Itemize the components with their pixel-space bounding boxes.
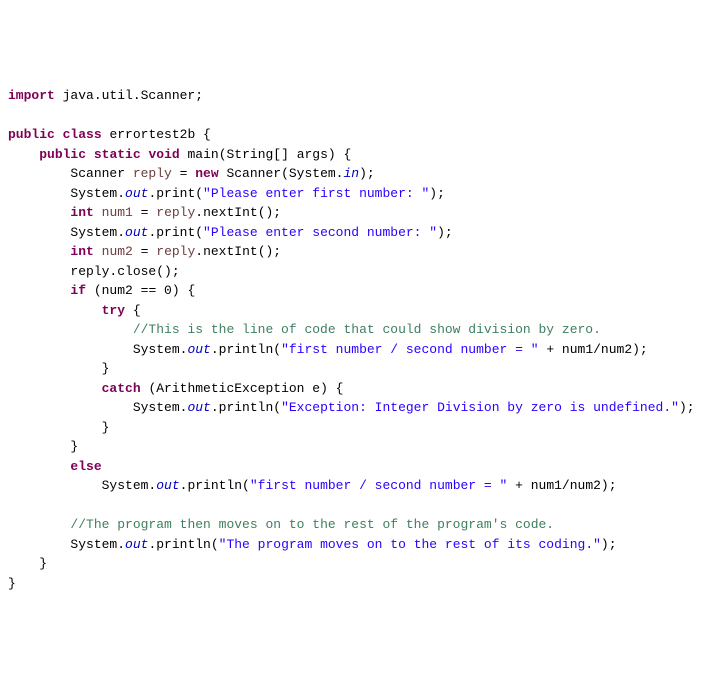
keyword-public: public [39, 147, 86, 162]
reply-close: reply.close(); [8, 264, 180, 279]
keyword-void: void [148, 147, 179, 162]
var-num1: num1 [102, 205, 133, 220]
var-reply: reply [133, 166, 172, 181]
class-declaration: errortest2b { [102, 127, 211, 142]
keyword-try: try [102, 303, 125, 318]
keyword-new: new [195, 166, 218, 181]
var-num2: num2 [102, 244, 133, 259]
string-exception: "Exception: Integer Division by zero is … [281, 400, 679, 415]
catch-signature: (ArithmeticException e) { [141, 381, 344, 396]
main-method: main(String[] args) { [180, 147, 352, 162]
keyword-import: import [8, 88, 55, 103]
import-statement: java.util.Scanner; [55, 88, 203, 103]
string-division: "first number / second number = " [281, 342, 538, 357]
field-out: out [125, 186, 148, 201]
string-rest: "The program moves on to the rest of its… [219, 537, 601, 552]
comment-rest: //The program then moves on to the rest … [70, 517, 554, 532]
string-second-prompt: "Please enter second number: " [203, 225, 437, 240]
close-brace: } [8, 361, 109, 376]
code-editor: import java.util.Scanner; public class e… [8, 86, 699, 593]
string-first-prompt: "Please enter first number: " [203, 186, 429, 201]
field-in: in [343, 166, 359, 181]
keyword-else: else [70, 459, 101, 474]
keyword-static: static [94, 147, 141, 162]
keyword-catch: catch [102, 381, 141, 396]
scanner-decl: Scanner [8, 166, 133, 181]
keyword-int: int [70, 205, 93, 220]
comment-division: //This is the line of code that could sh… [133, 322, 601, 337]
keyword-if: if [70, 283, 86, 298]
keyword-public: public [8, 127, 55, 142]
keyword-class: class [63, 127, 102, 142]
if-condition: (num2 == 0) { [86, 283, 195, 298]
